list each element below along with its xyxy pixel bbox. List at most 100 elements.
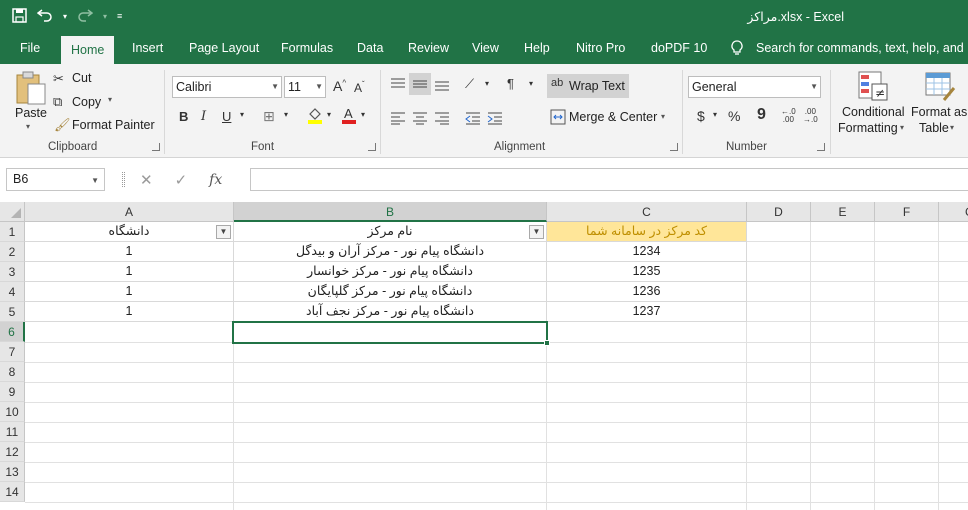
table-cell[interactable]: 1237 [547, 302, 747, 322]
text-direction-dropdown-icon[interactable]: ▾ [529, 79, 533, 88]
redo-dropdown-icon[interactable]: ▾ [103, 9, 107, 24]
increase-font-icon[interactable]: A^ [333, 78, 346, 94]
format-as-table-button[interactable]: Format as [911, 105, 967, 119]
tab-review[interactable]: Review [408, 33, 449, 64]
copy-button[interactable]: Copy [72, 95, 101, 109]
fill-color-dropdown-icon[interactable]: ▾ [327, 110, 331, 119]
tab-home[interactable]: Home [61, 36, 115, 64]
active-cell-b6[interactable] [232, 321, 548, 344]
filter-dropdown-icon[interactable]: ▼ [216, 225, 231, 239]
undo-icon[interactable] [36, 8, 53, 25]
conditional-formatting-button[interactable]: Conditional [842, 105, 905, 119]
select-all-corner[interactable] [0, 202, 25, 222]
row-header-6[interactable]: 6 [0, 322, 25, 342]
alignment-launcher-icon[interactable] [670, 143, 678, 151]
tab-file[interactable]: File [20, 33, 40, 64]
paste-icon[interactable] [14, 70, 48, 106]
font-name-select[interactable]: Calibri ▼ [172, 76, 282, 98]
row-header-3[interactable]: 3 [0, 262, 25, 282]
font-size-select[interactable]: 11 ▼ [284, 76, 326, 98]
redo-icon[interactable] [77, 8, 94, 25]
comma-style-button[interactable]: 9 [757, 106, 766, 124]
tab-nitro-pro[interactable]: Nitro Pro [576, 33, 625, 64]
font-color-icon[interactable]: A [341, 106, 357, 127]
row-header-2[interactable]: 2 [0, 242, 25, 262]
currency-button[interactable]: $ [697, 108, 705, 124]
row-header-8[interactable]: 8 [0, 362, 25, 382]
table-cell[interactable]: 1 [25, 302, 234, 322]
number-format-select[interactable]: General ▼ [688, 76, 821, 98]
conditional-dropdown-icon[interactable]: ▾ [900, 123, 904, 132]
orientation-dropdown-icon[interactable]: ▾ [485, 79, 489, 88]
table-cell[interactable]: 1 [25, 282, 234, 302]
formula-bar-grip[interactable] [122, 172, 125, 187]
header-cell-a[interactable]: دانشگاه [25, 222, 234, 242]
column-header-g[interactable]: G [939, 202, 968, 222]
cancel-icon[interactable]: ✕ [140, 171, 153, 189]
currency-dropdown-icon[interactable]: ▾ [713, 110, 717, 119]
row-header-5[interactable]: 5 [0, 302, 25, 322]
table-cell[interactable]: 1 [25, 242, 234, 262]
formula-input[interactable] [250, 168, 968, 191]
header-cell-b[interactable]: نام مرکز [234, 222, 547, 242]
column-header-c[interactable]: C [547, 202, 747, 222]
tab-help[interactable]: Help [524, 33, 550, 64]
underline-button[interactable]: U [222, 109, 231, 124]
column-header-d[interactable]: D [747, 202, 811, 222]
row-header-12[interactable]: 12 [0, 442, 25, 462]
column-header-e[interactable]: E [811, 202, 875, 222]
table-cell[interactable]: دانشگاه پیام نور - مرکز نجف آباد [234, 302, 547, 322]
merge-center-button[interactable]: Merge & Center [569, 110, 657, 124]
table-cell[interactable]: 1 [25, 262, 234, 282]
format-painter-button[interactable]: Format Painter [72, 118, 155, 132]
insert-function-icon[interactable]: fx [209, 172, 222, 188]
row-header-13[interactable]: 13 [0, 462, 25, 482]
paste-dropdown-icon[interactable]: ▾ [26, 122, 30, 131]
table-cell[interactable]: 1236 [547, 282, 747, 302]
column-header-a[interactable]: A [25, 202, 234, 222]
format-painter-icon[interactable]: 🖌 [54, 117, 71, 133]
decrease-indent-icon[interactable] [465, 111, 481, 125]
font-color-dropdown-icon[interactable]: ▾ [361, 110, 365, 119]
bottom-align-icon[interactable] [434, 77, 450, 91]
italic-button[interactable]: I [201, 109, 206, 124]
increase-decimal-icon[interactable]: ←.0.00 [781, 108, 796, 124]
row-header-10[interactable]: 10 [0, 402, 25, 422]
table-cell[interactable]: دانشگاه پیام نور - مرکز آران و بیدگل [234, 242, 547, 262]
customize-toolbar-icon[interactable]: ≡ [117, 9, 122, 24]
underline-dropdown-icon[interactable]: ▾ [240, 110, 244, 119]
decrease-font-icon[interactable]: Aˇ [354, 80, 365, 95]
font-launcher-icon[interactable] [368, 143, 376, 151]
conditional-formatting-icon[interactable]: ≠ [857, 70, 889, 102]
column-header-f[interactable]: F [875, 202, 939, 222]
filter-dropdown-icon[interactable]: ▼ [529, 225, 544, 239]
tab-data[interactable]: Data [357, 33, 383, 64]
row-header-14[interactable]: 14 [0, 482, 25, 502]
clipboard-launcher-icon[interactable] [152, 143, 160, 151]
save-icon[interactable] [12, 7, 27, 26]
table-cell[interactable]: دانشگاه پیام نور - مرکز گلپایگان [234, 282, 547, 302]
tab-dopdf[interactable]: doPDF 10 [651, 33, 707, 64]
row-header-9[interactable]: 9 [0, 382, 25, 402]
table-cell[interactable]: 1235 [547, 262, 747, 282]
align-center-icon[interactable] [412, 111, 428, 125]
scissors-icon[interactable]: ✂ [53, 71, 64, 87]
copy-icon[interactable]: ⧉ [53, 94, 62, 110]
tab-page-layout[interactable]: Page Layout [189, 33, 259, 64]
paste-button[interactable]: Paste [15, 106, 47, 120]
number-launcher-icon[interactable] [817, 143, 825, 151]
top-align-icon[interactable] [390, 77, 406, 91]
text-direction-icon[interactable]: ¶ [507, 76, 514, 91]
row-header-1[interactable]: 1 [0, 222, 25, 242]
cut-button[interactable]: Cut [72, 71, 91, 85]
enter-icon[interactable]: ✓ [175, 171, 188, 189]
borders-icon[interactable]: ⊞ [263, 108, 275, 125]
merge-center-icon[interactable] [550, 109, 566, 125]
borders-dropdown-icon[interactable]: ▾ [284, 110, 288, 119]
merge-dropdown-icon[interactable]: ▾ [661, 112, 665, 121]
column-header-b[interactable]: B [234, 202, 547, 222]
format-table-dropdown-icon[interactable]: ▾ [950, 123, 954, 132]
table-cell[interactable]: دانشگاه پیام نور - مرکز خوانسار [234, 262, 547, 282]
search-box[interactable]: Search for commands, text, help, and mor… [756, 33, 968, 64]
table-cell[interactable]: 1234 [547, 242, 747, 262]
